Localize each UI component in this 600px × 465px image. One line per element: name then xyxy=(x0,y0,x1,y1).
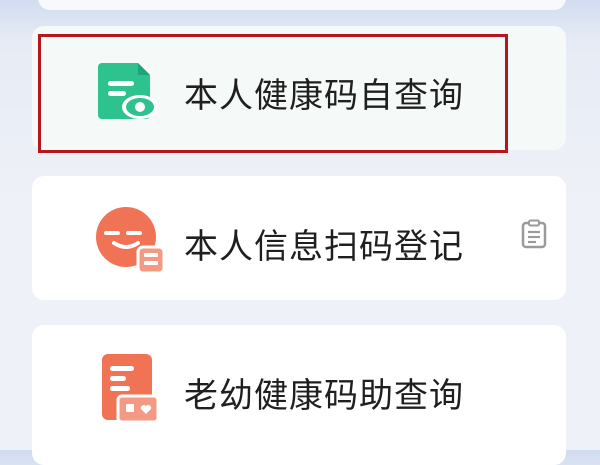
health-code-document-icon xyxy=(94,57,166,129)
menu-item-label: 老幼健康码助查询 xyxy=(184,376,464,416)
elderly-child-document-icon xyxy=(94,352,166,424)
menu-item-label: 本人健康码自查询 xyxy=(184,76,464,116)
previous-card-edge xyxy=(38,0,566,10)
scan-face-icon xyxy=(94,203,166,275)
clipboard-icon[interactable] xyxy=(520,219,548,249)
menu-item-label: 本人信息扫码登记 xyxy=(184,227,464,267)
menu-item-self-info-scan-register[interactable]: 本人信息扫码登记 xyxy=(32,176,566,300)
menu-item-self-health-code-query[interactable]: 本人健康码自查询 xyxy=(32,26,566,150)
menu-item-elderly-child-health-code-query[interactable]: 老幼健康码助查询 xyxy=(32,325,566,465)
